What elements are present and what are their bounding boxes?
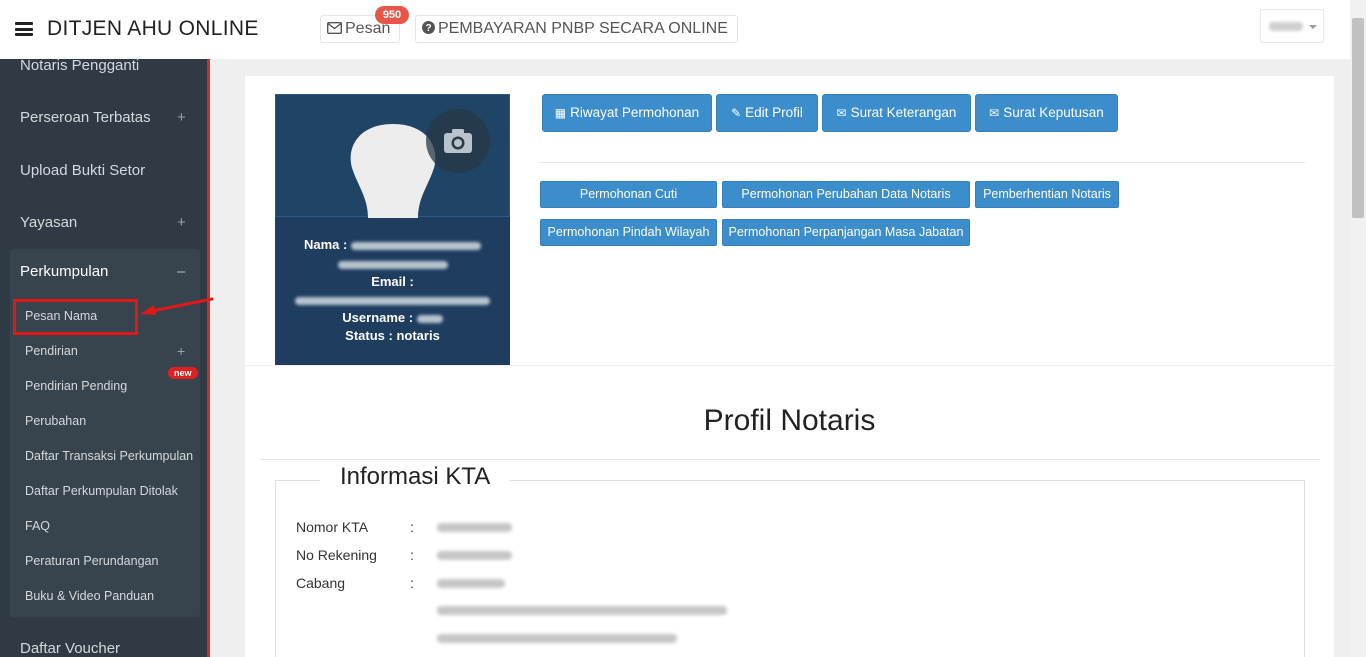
colon: : bbox=[410, 575, 414, 591]
collapse-minus-icon[interactable]: – bbox=[177, 263, 185, 280]
envelope-icon: ✉ bbox=[989, 106, 1000, 120]
cabang-address-redacted bbox=[437, 606, 727, 615]
divider bbox=[540, 162, 1305, 163]
brand-title[interactable]: DITJEN AHU ONLINE bbox=[47, 17, 259, 41]
no-rekening-label: No Rekening bbox=[296, 547, 377, 563]
sidebar: Notaris Pengganti Perseroan Terbatas + U… bbox=[0, 59, 210, 657]
envelope-icon bbox=[326, 21, 343, 35]
profile-photo bbox=[275, 94, 510, 218]
surat-keterangan-label: Surat Keterangan bbox=[850, 105, 957, 120]
submenu-item-buku-video[interactable]: Buku & Video Panduan bbox=[25, 589, 154, 603]
calendar-icon: ▦ bbox=[554, 106, 567, 120]
nomor-kta-label: Nomor KTA bbox=[296, 519, 369, 535]
user-dropdown[interactable] bbox=[1260, 9, 1324, 43]
email-redacted bbox=[295, 296, 490, 305]
colon: : bbox=[410, 519, 414, 535]
pesan-count-badge: 950 bbox=[375, 6, 409, 24]
divider bbox=[260, 459, 1320, 460]
profile-status: Status : notaris bbox=[275, 328, 510, 343]
submenu-item-pendirian-pending[interactable]: Pendirian Pending bbox=[25, 379, 127, 393]
change-photo-button[interactable] bbox=[426, 109, 490, 173]
section-title-kta: Informasi KTA bbox=[320, 463, 511, 491]
sidebar-item-notaris-pengganti[interactable]: Notaris Pengganti bbox=[20, 59, 139, 74]
page-scrollbar[interactable] bbox=[1350, 0, 1366, 657]
question-circle-icon: ? bbox=[422, 21, 435, 34]
sidebar-item-perkumpulan[interactable]: Perkumpulan bbox=[20, 263, 108, 280]
camera-icon bbox=[444, 129, 472, 153]
sidebar-item-daftar-voucher[interactable]: Daftar Voucher bbox=[20, 640, 120, 657]
sidebar-item-upload-bukti-setor[interactable]: Upload Bukti Setor bbox=[20, 162, 145, 179]
kta-fieldset bbox=[275, 480, 1305, 657]
expand-plus-icon[interactable]: + bbox=[177, 214, 186, 231]
pnbp-label: PEMBAYARAN PNBP SECARA ONLINE bbox=[438, 20, 728, 37]
username-label: Username : bbox=[342, 310, 414, 325]
no-rekening-redacted bbox=[437, 551, 512, 560]
email-label: Email : bbox=[371, 274, 414, 289]
submenu-item-peraturan[interactable]: Peraturan Perundangan bbox=[25, 554, 158, 568]
pnbp-button[interactable]: ? PEMBAYARAN PNBP SECARA ONLINE bbox=[415, 15, 738, 43]
status-label: Status : bbox=[345, 328, 393, 343]
svg-text:?: ? bbox=[425, 23, 431, 34]
nomor-kta-redacted bbox=[437, 523, 512, 532]
divider bbox=[245, 365, 1334, 366]
caret-down-icon bbox=[1309, 25, 1317, 29]
red-arrow-annotation-icon bbox=[140, 297, 214, 315]
edit-label: Edit Profil bbox=[745, 105, 803, 120]
perubahan-data-notaris-button[interactable]: Permohonan Perubahan Data Notaris bbox=[722, 181, 970, 208]
main-content: Nama : Email : Username : Status : notar… bbox=[245, 76, 1334, 657]
username-redacted bbox=[416, 314, 443, 323]
profile-username: Username : bbox=[275, 310, 510, 325]
expand-plus-icon[interactable]: + bbox=[177, 343, 185, 359]
profile-nama-continued bbox=[275, 256, 510, 271]
cabang-redacted bbox=[437, 579, 505, 588]
sidebar-item-yayasan[interactable]: Yayasan bbox=[20, 214, 77, 231]
profile-nama: Nama : bbox=[275, 237, 510, 252]
sidebar-item-perseroan-terbatas[interactable]: Perseroan Terbatas bbox=[20, 109, 151, 126]
submenu-item-daftar-ditolak[interactable]: Daftar Perkumpulan Ditolak bbox=[25, 484, 178, 498]
page-title: Profil Notaris bbox=[703, 404, 876, 437]
envelope-icon: ✉ bbox=[836, 106, 847, 120]
pemberhentian-notaris-button[interactable]: Pemberhentian Notaris bbox=[975, 181, 1119, 208]
avatar-placeholder-icon bbox=[350, 124, 436, 218]
profile-email bbox=[275, 292, 510, 307]
username-redacted bbox=[1269, 22, 1303, 31]
surat-keputusan-button[interactable]: ✉ Surat Keputusan bbox=[975, 94, 1118, 132]
edit-profil-button[interactable]: ✎ Edit Profil bbox=[716, 94, 818, 132]
submenu-item-pendirian[interactable]: Pendirian bbox=[25, 344, 78, 358]
highlight-annotation-box bbox=[13, 299, 138, 335]
nama-redacted bbox=[350, 241, 481, 250]
cabang-label: Cabang bbox=[296, 575, 346, 591]
scrollbar-thumb[interactable] bbox=[1352, 18, 1364, 218]
submenu-item-faq[interactable]: FAQ bbox=[25, 519, 50, 533]
expand-plus-icon[interactable]: + bbox=[177, 109, 186, 126]
status-value: notaris bbox=[396, 328, 440, 343]
permohonan-cuti-button[interactable]: Permohonan Cuti bbox=[540, 181, 717, 208]
cabang-phone-redacted bbox=[437, 634, 677, 643]
colon: : bbox=[410, 547, 414, 563]
edit-icon: ✎ bbox=[731, 106, 742, 120]
surat-keterangan-button[interactable]: ✉ Surat Keterangan bbox=[822, 94, 971, 132]
nama-redacted bbox=[337, 260, 448, 269]
profile-card: Nama : Email : Username : Status : notar… bbox=[275, 94, 510, 365]
hamburger-menu-icon[interactable] bbox=[15, 22, 33, 36]
pindah-wilayah-button[interactable]: Permohonan Pindah Wilayah bbox=[540, 219, 717, 246]
top-navbar: DITJEN AHU ONLINE Pesan 950 ? PEMBAYARAN … bbox=[0, 0, 1350, 59]
submenu-item-perubahan[interactable]: Perubahan bbox=[25, 414, 86, 428]
new-badge: new bbox=[168, 367, 198, 379]
nama-label: Nama : bbox=[304, 237, 348, 252]
riwayat-permohonan-button[interactable]: ▦ Riwayat Permohonan bbox=[542, 94, 712, 132]
submenu-item-daftar-transaksi[interactable]: Daftar Transaksi Perkumpulan bbox=[25, 449, 193, 463]
riwayat-label: Riwayat Permohonan bbox=[570, 105, 700, 120]
surat-keputusan-label: Surat Keputusan bbox=[1003, 105, 1104, 120]
perpanjangan-masa-jabatan-button[interactable]: Permohonan Perpanjangan Masa Jabatan bbox=[722, 219, 970, 246]
